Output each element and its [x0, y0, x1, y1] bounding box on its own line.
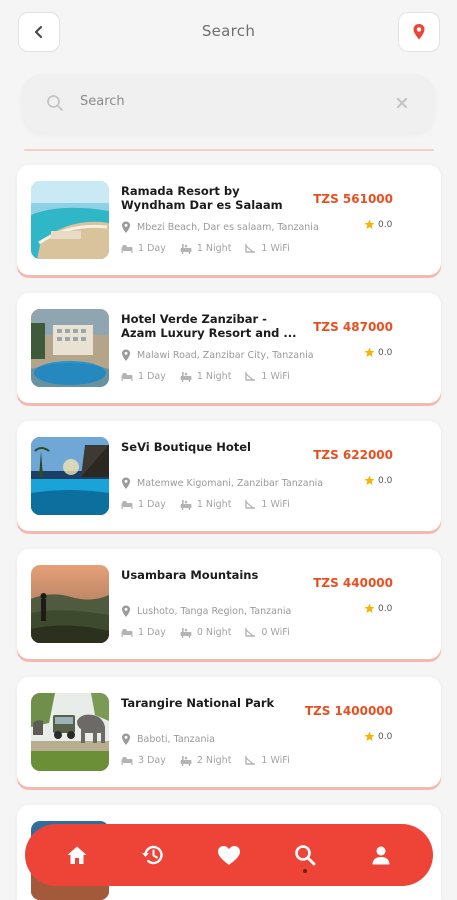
nights-count: 2 Night: [196, 754, 232, 766]
nights-count: 1 Night: [196, 370, 232, 382]
wifi-count: 0 WiFi: [261, 626, 290, 638]
location-row: Baboti, Tanzania: [121, 731, 361, 747]
days-count: 1 Day: [138, 626, 166, 638]
bed-icon: [121, 501, 133, 509]
bath-icon: [180, 243, 192, 254]
results-list: Ramada Resort by Wyndham Dar es Salaam T…: [0, 0, 457, 900]
hotel-location: Malawi Road, Zanzibar City, Tanzania: [137, 349, 314, 361]
hotel-price: TZS 1400000: [304, 704, 393, 718]
hotel-thumbnail: [31, 181, 109, 259]
rating: 0.0: [364, 475, 392, 486]
nav-profile[interactable]: [359, 833, 403, 877]
hotel-name: SeVi Boutique Hotel: [121, 440, 252, 454]
result-card[interactable]: Ramada Resort by Wyndham Dar es Salaam T…: [17, 165, 441, 275]
location-pin-icon: [122, 477, 130, 489]
nav-favorites[interactable]: [207, 833, 251, 877]
hotel-thumbnail: [31, 437, 109, 515]
rating-value: 0.0: [378, 475, 393, 486]
days-count: 1 Day: [138, 370, 166, 382]
meta-row: 1 Day 1 Night 1 WiFi: [121, 497, 304, 511]
bed-icon: [121, 245, 133, 253]
location-row: Lushoto, Tanga Region, Tanzania: [121, 603, 361, 619]
days-count: 1 Day: [138, 242, 166, 254]
star-icon: [364, 347, 375, 357]
hotel-price: TZS 561000: [313, 192, 393, 206]
meta-row: 3 Day 2 Night 1 WiFi: [121, 753, 304, 767]
hotel-thumbnail: [31, 565, 109, 643]
nav-history[interactable]: [131, 833, 175, 877]
bath-icon: [180, 627, 192, 638]
meta-row: 1 Day 1 Night 1 WiFi: [121, 241, 304, 255]
rating: 0.0: [364, 603, 392, 614]
hotel-thumbnail: [31, 309, 109, 387]
area-icon: [245, 244, 256, 253]
hotel-price: TZS 440000: [313, 576, 393, 590]
location-pin-icon: [122, 733, 130, 745]
bottom-nav: [25, 824, 433, 886]
result-card[interactable]: Hotel Verde Zanzibar - Azam Luxury Resor…: [17, 293, 441, 403]
nav-home[interactable]: [55, 833, 99, 877]
bed-icon: [121, 373, 133, 381]
hotel-location: Baboti, Tanzania: [137, 733, 215, 745]
hotel-price: TZS 622000: [313, 448, 393, 462]
rating: 0.0: [364, 347, 392, 358]
search-icon: [295, 845, 316, 866]
bath-icon: [180, 755, 192, 766]
hotel-location: Matemwe Kigomani, Zanzibar Tanzania: [137, 477, 324, 489]
rating: 0.0: [364, 219, 392, 230]
active-indicator: [303, 869, 307, 873]
profile-icon: [372, 846, 390, 865]
hotel-name: Ramada Resort by Wyndham Dar es Salaam: [121, 184, 283, 212]
hotel-name: Hotel Verde Zanzibar - Azam Luxury Resor…: [121, 312, 297, 340]
hotel-location: Lushoto, Tanga Region, Tanzania: [137, 605, 292, 617]
history-icon: [142, 845, 163, 865]
star-icon: [364, 603, 375, 613]
location-pin-icon: [122, 605, 130, 617]
days-count: 1 Day: [138, 498, 166, 510]
bath-icon: [180, 499, 192, 510]
nights-count: 1 Night: [196, 498, 232, 510]
hotel-thumbnail: [31, 693, 109, 771]
wifi-count: 1 WiFi: [261, 242, 290, 254]
nav-search[interactable]: [283, 833, 327, 877]
area-icon: [245, 500, 256, 509]
hotel-price: TZS 487000: [313, 320, 393, 334]
meta-row: 1 Day 0 Night 0 WiFi: [121, 625, 304, 639]
wifi-count: 1 WiFi: [261, 498, 290, 510]
nights-count: 0 Night: [196, 626, 232, 638]
star-icon: [364, 219, 375, 229]
area-icon: [245, 372, 256, 381]
star-icon: [364, 475, 375, 485]
days-count: 3 Day: [138, 754, 166, 766]
hotel-name: Tarangire National Park: [121, 696, 275, 710]
result-card[interactable]: Tarangire National Park TZS 1400000 Babo…: [17, 677, 441, 787]
bath-icon: [180, 371, 192, 382]
rating-value: 0.0: [378, 603, 393, 614]
location-row: Malawi Road, Zanzibar City, Tanzania: [121, 347, 361, 363]
result-card[interactable]: Usambara Mountains TZS 440000 Lushoto, T…: [17, 549, 441, 659]
location-pin-icon: [122, 221, 130, 233]
location-row: Matemwe Kigomani, Zanzibar Tanzania: [121, 475, 361, 491]
rating-value: 0.0: [378, 347, 393, 358]
hotel-name: Usambara Mountains: [121, 568, 259, 582]
star-icon: [364, 731, 375, 741]
wifi-count: 1 WiFi: [261, 754, 290, 766]
nights-count: 1 Night: [196, 242, 232, 254]
rating-value: 0.0: [378, 731, 393, 742]
meta-row: 1 Day 1 Night 1 WiFi: [121, 369, 304, 383]
location-row: Mbezi Beach, Dar es salaam, Tanzania: [121, 219, 361, 235]
bed-icon: [121, 757, 133, 765]
bed-icon: [121, 629, 133, 637]
rating: 0.0: [364, 731, 392, 742]
hotel-location: Mbezi Beach, Dar es salaam, Tanzania: [137, 221, 319, 233]
home-icon: [67, 846, 87, 864]
result-card[interactable]: SeVi Boutique Hotel TZS 622000 Matemwe K…: [17, 421, 441, 531]
location-pin-icon: [122, 349, 130, 361]
area-icon: [245, 628, 256, 637]
wifi-count: 1 WiFi: [261, 370, 290, 382]
heart-icon: [218, 845, 240, 865]
rating-value: 0.0: [378, 219, 393, 230]
area-icon: [245, 756, 256, 765]
